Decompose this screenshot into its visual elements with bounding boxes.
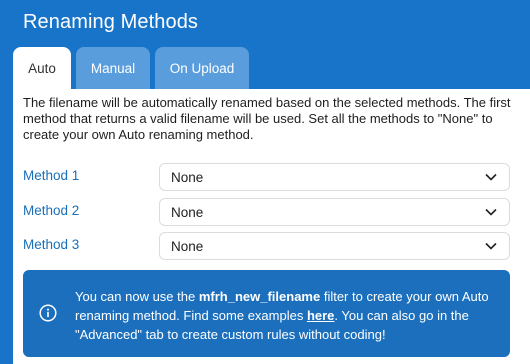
page-title: Renaming Methods [23,11,199,33]
info-icon [39,304,57,322]
auto-panel: The filename will be automatically renam… [13,89,530,364]
chevron-down-icon [485,173,497,181]
tab-manual[interactable]: Manual [76,47,150,89]
method-2-label: Method 2 [23,203,80,218]
chevron-down-icon [485,208,497,216]
tab-bar: Auto Manual On Upload [13,47,249,89]
filter-name: mfrh_new_filename [198,289,321,304]
method-3-value: None [171,238,204,254]
method-1-value: None [171,169,204,185]
tab-on-upload[interactable]: On Upload [155,47,249,89]
notice-text-part: You can now use the [75,289,199,304]
method-3-select[interactable]: None [159,232,510,260]
tab-auto[interactable]: Auto [13,47,71,89]
notice-text: You can now use the mfrh_new_filename fi… [75,287,500,344]
method-3-label: Method 3 [23,237,80,252]
method-1-select[interactable]: None [159,163,510,191]
method-2-value: None [171,204,204,220]
method-2-select[interactable]: None [159,198,510,226]
description-text: The filename will be automatically renam… [23,95,511,142]
examples-link[interactable]: here [307,308,334,323]
info-notice: You can now use the mfrh_new_filename fi… [23,270,510,357]
chevron-down-icon [485,242,497,250]
method-1-label: Method 1 [23,168,80,183]
